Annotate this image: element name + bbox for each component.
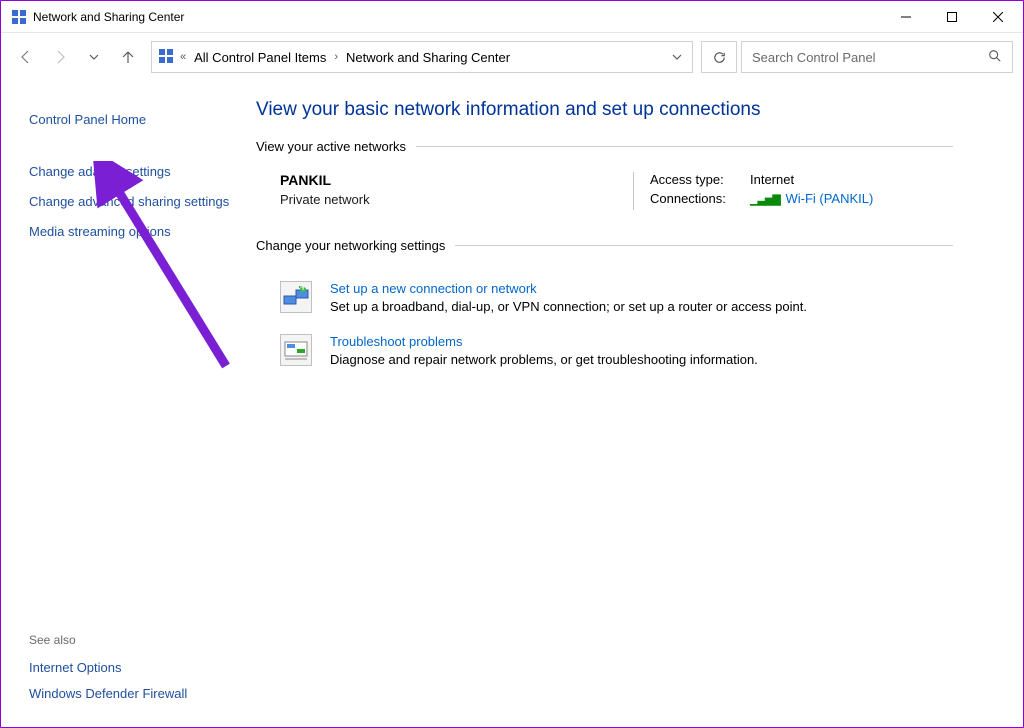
breadcrumb-separator-icon: « (180, 51, 186, 63)
troubleshoot-desc: Diagnose and repair network problems, or… (330, 352, 758, 367)
network-identity: PANKIL Private network (256, 172, 633, 210)
back-button[interactable] (11, 42, 41, 72)
section-label: View your active networks (256, 139, 406, 154)
connection-link[interactable]: Wi-Fi (PANKIL) (785, 191, 873, 206)
see-also-label: See also (29, 633, 187, 647)
navigation-toolbar: « All Control Panel Items › Network and … (1, 33, 1023, 81)
network-name: PANKIL (280, 172, 633, 188)
recent-dropdown-button[interactable] (79, 42, 109, 72)
svg-text:+: + (299, 286, 307, 294)
app-icon (11, 9, 27, 25)
page-heading: View your basic network information and … (256, 99, 953, 121)
forward-button[interactable] (45, 42, 75, 72)
refresh-button[interactable] (701, 41, 737, 73)
setup-connection-item: + Set up a new connection or network Set… (256, 271, 953, 324)
troubleshoot-item: Troubleshoot problems Diagnose and repai… (256, 324, 953, 377)
control-panel-home-link[interactable]: Control Panel Home (29, 105, 236, 135)
window-controls (883, 2, 1021, 32)
troubleshoot-link[interactable]: Troubleshoot problems (330, 334, 462, 349)
setup-connection-desc: Set up a broadband, dial-up, or VPN conn… (330, 299, 807, 314)
media-streaming-link[interactable]: Media streaming options (29, 217, 236, 247)
network-type: Private network (280, 192, 633, 207)
section-label: Change your networking settings (256, 238, 445, 253)
wifi-signal-icon: ▁▃▅▇ (750, 194, 780, 206)
content-area: Control Panel Home Change adapter settin… (1, 81, 1023, 727)
chevron-right-icon[interactable]: › (334, 51, 338, 63)
change-advanced-sharing-link[interactable]: Change advanced sharing settings (29, 187, 236, 217)
troubleshoot-icon (280, 334, 312, 366)
breadcrumb-parent[interactable]: All Control Panel Items (192, 47, 328, 68)
breadcrumb: All Control Panel Items › Network and Sh… (192, 47, 662, 68)
main-panel: View your basic network information and … (236, 81, 1023, 727)
active-network: PANKIL Private network Access type: Inte… (256, 172, 953, 210)
address-dropdown-button[interactable] (668, 48, 686, 66)
search-icon[interactable] (988, 49, 1002, 66)
window-title: Network and Sharing Center (33, 10, 883, 24)
window-titlebar: Network and Sharing Center (1, 1, 1023, 33)
sidebar: Control Panel Home Change adapter settin… (1, 81, 236, 727)
up-button[interactable] (113, 42, 143, 72)
active-networks-heading: View your active networks (256, 139, 953, 154)
access-type-value: Internet (750, 172, 794, 187)
setup-connection-link[interactable]: Set up a new connection or network (330, 281, 537, 296)
internet-options-link[interactable]: Internet Options (29, 655, 187, 681)
access-type-label: Access type: (650, 172, 742, 187)
connections-label: Connections: (650, 191, 742, 206)
see-also-section: See also Internet Options Windows Defend… (29, 633, 187, 707)
close-button[interactable] (975, 2, 1021, 32)
network-details: Access type: Internet Connections: ▁▃▅▇ … (633, 172, 953, 210)
divider (416, 146, 953, 147)
search-input[interactable] (741, 41, 1013, 73)
setup-connection-icon: + (280, 281, 312, 313)
minimize-button[interactable] (883, 2, 929, 32)
breadcrumb-current[interactable]: Network and Sharing Center (344, 47, 512, 68)
search-field[interactable] (752, 50, 988, 65)
change-settings-heading: Change your networking settings (256, 238, 953, 253)
address-bar[interactable]: « All Control Panel Items › Network and … (151, 41, 693, 73)
divider (455, 245, 953, 246)
change-adapter-settings-link[interactable]: Change adapter settings (29, 157, 236, 187)
breadcrumb-icon (158, 48, 174, 67)
windows-defender-firewall-link[interactable]: Windows Defender Firewall (29, 681, 187, 707)
networking-settings-section: Change your networking settings + Set up… (256, 238, 953, 377)
maximize-button[interactable] (929, 2, 975, 32)
